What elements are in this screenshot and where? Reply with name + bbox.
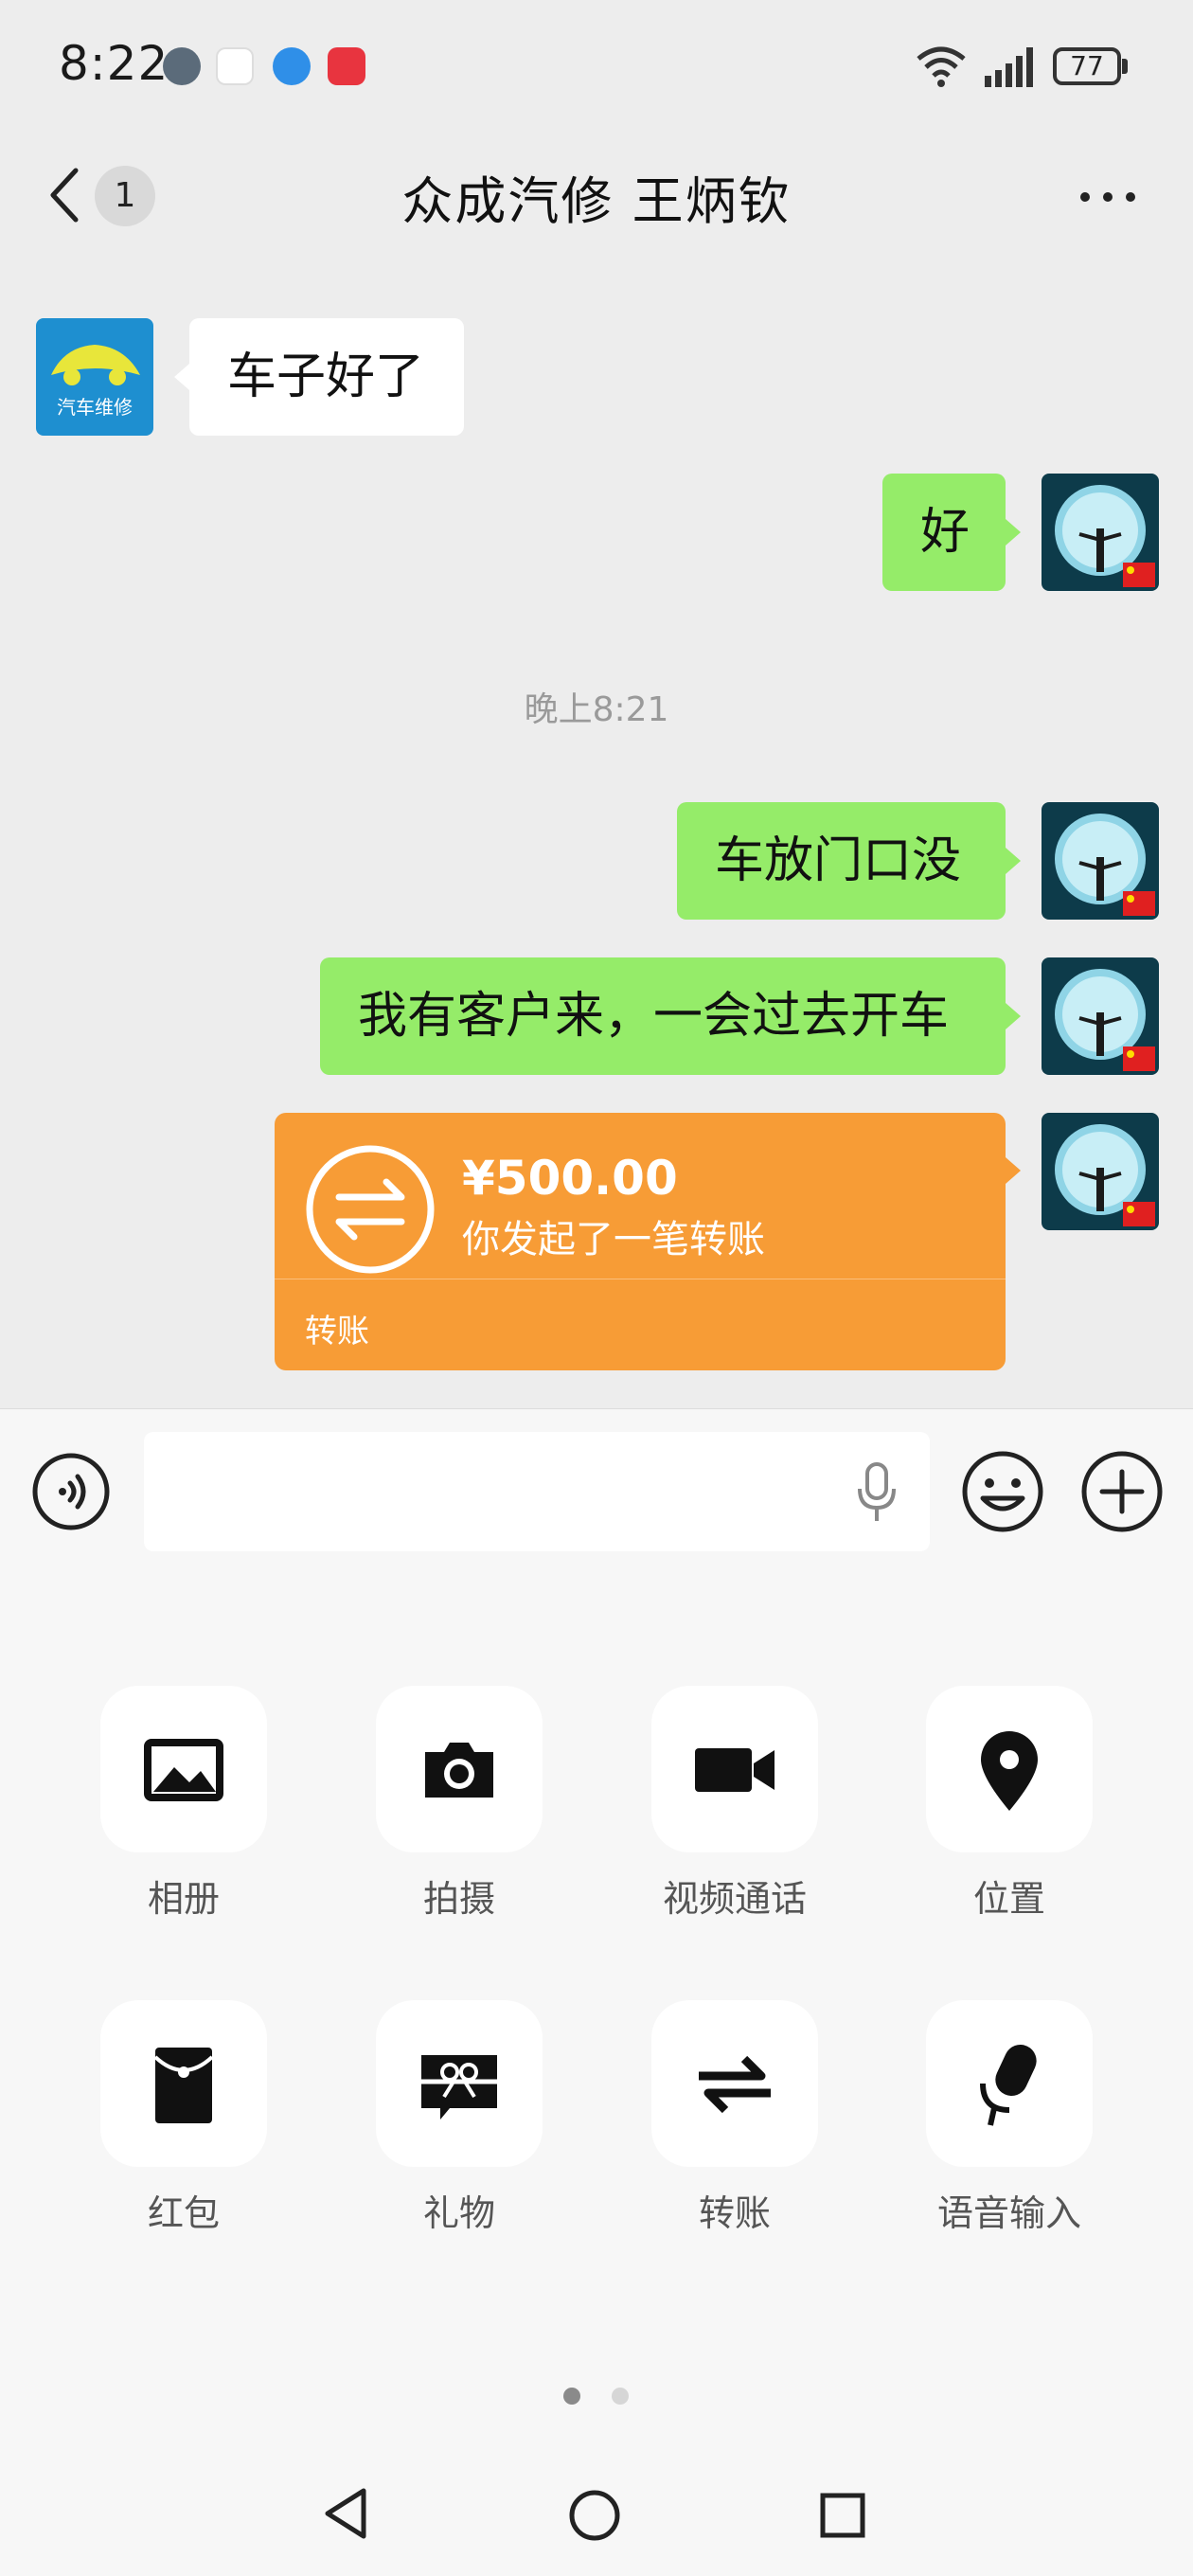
moon-avatar-icon [1042,474,1159,591]
moon-avatar-icon [1042,1113,1159,1230]
album-icon [144,1739,223,1801]
transfer-circle-icon [306,1145,435,1274]
red-packet-label: 红包 [147,2192,220,2234]
browser-notification-icon [273,47,311,85]
user-avatar[interactable] [1042,474,1159,591]
gift-label: 礼物 [422,2192,495,2234]
sent-message[interactable]: 车放门口没 [677,802,1006,920]
voice-toggle-icon[interactable] [30,1451,112,1532]
bubble-tail [1006,848,1021,874]
bubble-tail [1006,1003,1021,1029]
microphone-icon[interactable] [856,1462,898,1523]
user-avatar[interactable] [1042,802,1159,920]
app-notification-icon [216,47,254,85]
gift-icon [421,2055,497,2120]
transfer-label: 转账 [305,1313,369,1351]
video-call-label: 视频通话 [662,1878,807,1920]
location-button[interactable] [926,1686,1093,1852]
transfer-description: 你发起了一笔转账 [462,1218,765,1261]
message-input[interactable] [144,1432,930,1551]
voice-input-label: 语音输入 [936,2192,1081,2234]
more-dots-icon[interactable] [1077,186,1138,208]
nav-back-icon[interactable] [322,2487,369,2540]
huawei-notification-icon [328,47,365,85]
contact-notification-icon [163,47,201,85]
video-call-button[interactable] [651,1686,818,1852]
avatar-logo-text: 汽车维修 [57,396,133,419]
moon-avatar-icon [1042,802,1159,920]
red-packet-button[interactable] [100,2000,267,2167]
location-pin-icon [981,1731,1038,1811]
page-dot-active[interactable] [563,2388,580,2405]
sent-message[interactable]: 我有客户来，一会过去开车 [320,957,1006,1075]
user-avatar[interactable] [1042,1113,1159,1230]
emoji-icon[interactable] [960,1449,1045,1534]
status-time: 8:22 [59,36,169,91]
nav-recents-icon[interactable] [820,2493,865,2538]
signal-icon [985,47,1033,87]
shop-avatar[interactable]: 汽车维修 [36,318,153,436]
album-label: 相册 [147,1878,220,1920]
bubble-tail [1006,1157,1021,1184]
nav-home-icon[interactable] [568,2489,621,2542]
camera-icon [425,1743,493,1798]
location-label: 位置 [972,1878,1045,1920]
user-avatar[interactable] [1042,957,1159,1075]
bubble-tail [174,364,189,390]
transfer-icon [699,2055,771,2114]
time-divider: 晚上8:21 [524,690,669,729]
chat-title: 众成汽修 王炳钦 [401,171,792,231]
sent-message[interactable]: 好 [882,474,1006,591]
gift-button[interactable] [376,2000,543,2167]
battery-tip [1122,59,1128,74]
transfer-button[interactable] [651,2000,818,2167]
wifi-icon [917,46,966,87]
voice-input-button[interactable] [926,2000,1093,2167]
transfer-amount: ¥500.00 [462,1151,678,1206]
transfer-label-panel: 转账 [698,2192,771,2234]
plus-icon[interactable] [1079,1449,1165,1534]
battery-icon: 77 [1053,47,1121,85]
received-message[interactable]: 车子好了 [189,318,464,436]
album-button[interactable] [100,1686,267,1852]
video-call-icon [695,1748,775,1792]
camera-button[interactable] [376,1686,543,1852]
page-dot[interactable] [612,2388,629,2405]
status-bar: 8:22 77 [0,0,1193,133]
bubble-tail [1006,519,1021,546]
camera-label: 拍摄 [422,1878,495,1920]
moon-avatar-icon [1042,957,1159,1075]
voice-input-icon [980,2045,1037,2126]
red-packet-icon [153,2048,214,2123]
